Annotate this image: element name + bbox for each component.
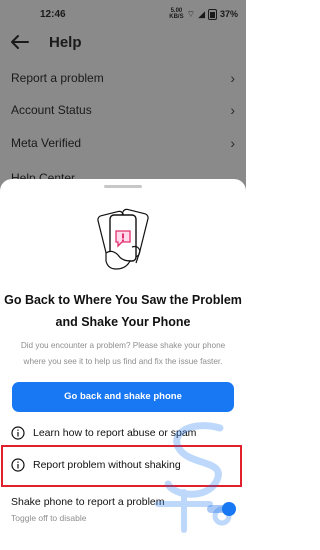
go-back-shake-button[interactable]: Go back and shake phone [12, 382, 234, 412]
info-circle-icon [11, 426, 25, 440]
sheet-title: Go Back to Where You Saw the Problem and… [4, 293, 242, 329]
chevron-right-icon: › [230, 102, 235, 118]
chevron-right-icon: › [230, 135, 235, 151]
sheet-description: Did you encounter a problem? Please shak… [20, 341, 226, 366]
menu-item-meta-verified[interactable]: Meta Verified › [0, 127, 246, 159]
arrow-left-icon[interactable] [10, 34, 30, 50]
battery-percent: 37% [219, 9, 238, 19]
header: Help [0, 28, 246, 58]
signal-icon: ◢ [198, 9, 205, 19]
status-time: 12:46 [40, 9, 66, 20]
menu-item-account-status[interactable]: Account Status › [0, 94, 246, 126]
shake-phone-illustration [97, 208, 149, 270]
watermark-logo [155, 422, 232, 533]
menu-item-report-problem[interactable]: Report a problem › [0, 62, 246, 94]
status-bar: 12:46 5.00 KB/S ⌔ ◢ 37% [0, 0, 246, 28]
page-title: Help [49, 34, 82, 51]
shake-toggle-sublabel: Toggle off to disable [11, 513, 87, 523]
chevron-right-icon: › [230, 70, 235, 86]
data-speed: 5.00 KB/S [169, 8, 184, 20]
status-icons: 5.00 KB/S ⌔ ◢ 37% [169, 8, 238, 20]
wifi-icon: ⌔ [186, 9, 196, 19]
drag-handle[interactable] [104, 185, 142, 188]
menu-item-label: Account Status [11, 103, 92, 117]
shake-toggle-label: Shake phone to report a problem [11, 496, 165, 508]
menu-item-label: Meta Verified [11, 136, 82, 150]
battery-icon [207, 8, 217, 20]
menu-item-label: Report a problem [11, 71, 104, 85]
